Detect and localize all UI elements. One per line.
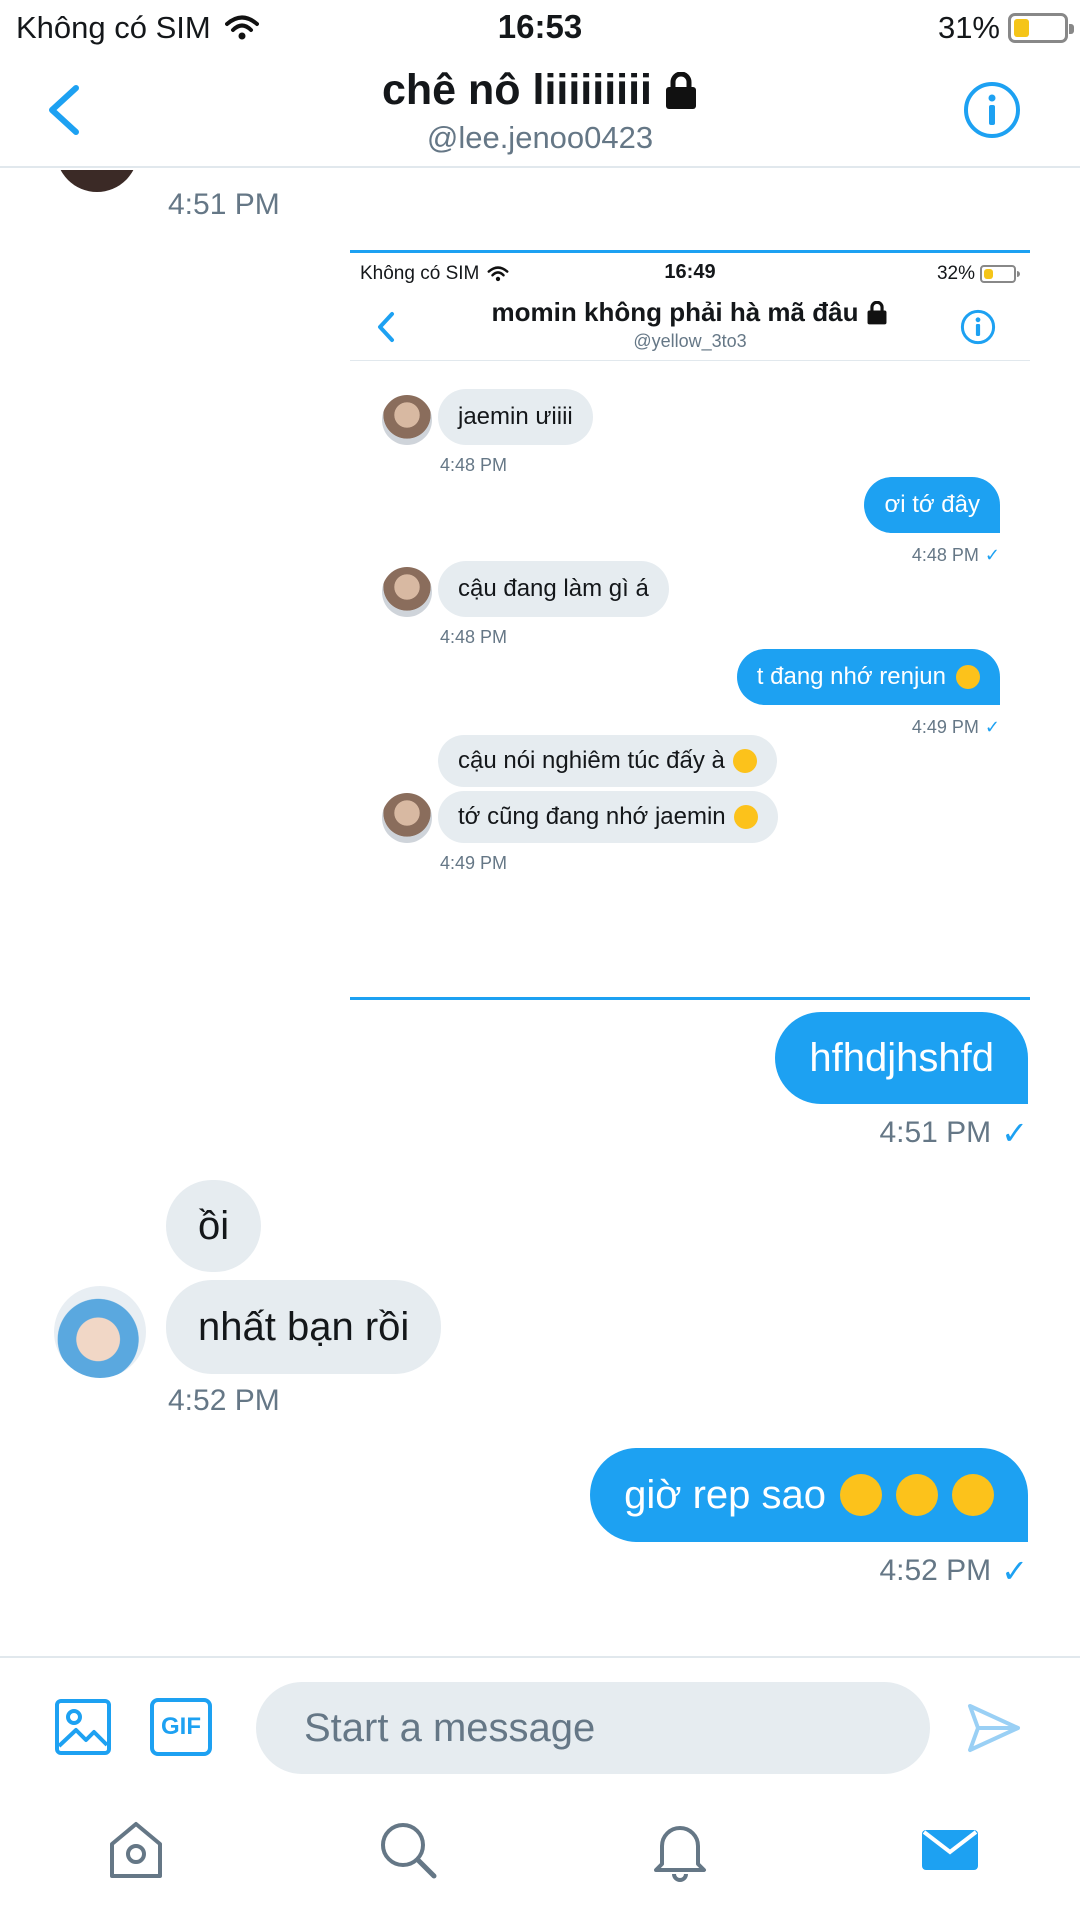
message-time: 4:51 PM ✓ <box>879 1114 1028 1152</box>
messages-icon[interactable] <box>918 1818 982 1882</box>
embedded-message-time: 4:48 PM <box>440 455 508 475</box>
embedded-message-received: cậu nói nghiêm túc đấy à <box>438 735 777 787</box>
search-icon[interactable] <box>376 1818 440 1882</box>
message-bubble-received[interactable]: nhất bạn rồi <box>166 1280 442 1374</box>
check-icon: ✓ <box>984 717 1000 737</box>
crying-face-emoji-icon <box>840 1474 994 1516</box>
gif-button[interactable]: GIF <box>150 1698 212 1756</box>
embedded-header: momin không phải hà mã đâu @yellow_3to3 <box>350 291 1030 361</box>
status-bar: Không có SIM 16:53 31% <box>0 0 1080 56</box>
embedded-message-received-text: tớ cũng đang nhớ jaemin <box>458 803 726 830</box>
conversation-title[interactable]: chê nô liiiiiiiii <box>0 66 1080 115</box>
embedded-title-text: momin không phải hà mã đâu <box>491 297 859 327</box>
embedded-message-sent: t đang nhớ renjun <box>736 649 1000 705</box>
embedded-time-label: 4:48 PM <box>911 545 979 565</box>
check-icon: ✓ <box>984 545 1000 565</box>
message-bubble-sent[interactable]: hfhdjhshfd <box>775 1012 1028 1104</box>
pleading-face-emoji-icon <box>733 805 758 829</box>
embedded-battery: 32% <box>936 263 1020 285</box>
lock-icon <box>666 71 696 109</box>
message-bubble-sent[interactable]: giờ rep sao <box>590 1448 1028 1542</box>
conversation-header: chê nô liiiiiiiii @lee.jenoo0423 <box>0 56 1080 168</box>
send-icon[interactable] <box>966 1700 1022 1756</box>
info-icon <box>960 309 996 345</box>
embedded-handle: @yellow_3to3 <box>633 331 747 351</box>
message-time-label: 4:52 PM <box>879 1554 992 1587</box>
embedded-message-time: 4:49 PM ✓ <box>912 717 1000 738</box>
avatar <box>382 793 432 843</box>
info-icon[interactable] <box>962 80 1022 140</box>
status-time: 16:53 <box>497 8 583 45</box>
embedded-message-time: 4:48 PM ✓ <box>912 545 1000 566</box>
embedded-message-received: tớ cũng đang nhớ jaemin <box>438 791 778 843</box>
embedded-status-time: 16:49 <box>664 261 716 283</box>
message-input[interactable]: Start a message <box>256 1682 930 1774</box>
message-time-label: 4:51 PM <box>879 1116 992 1149</box>
lock-icon <box>867 300 887 324</box>
embedded-message-sent-text: t đang nhớ renjun <box>756 663 946 690</box>
message-bubble-received[interactable]: ồi <box>166 1180 262 1272</box>
notifications-icon[interactable] <box>648 1818 712 1882</box>
battery-icon <box>1008 13 1074 43</box>
tab-bar <box>0 1790 1080 1920</box>
embedded-message-time: 4:48 PM <box>440 627 508 647</box>
conversation-area[interactable]: 4:51 PM Không có SIM 16:49 32% momin khô… <box>0 170 1080 1650</box>
embedded-message-received-text: cậu nói nghiêm túc đấy à <box>458 747 725 774</box>
message-time: 4:52 PM <box>168 1384 280 1417</box>
home-icon[interactable] <box>104 1818 168 1882</box>
check-icon: ✓ <box>1001 1553 1028 1589</box>
conversation-name: chê nô liiiiiiiii <box>382 66 652 114</box>
embedded-battery-percent: 32% <box>936 263 975 284</box>
message-composer: GIF Start a message <box>0 1656 1080 1776</box>
battery-percent: 31% <box>937 10 1000 45</box>
avatar <box>382 395 432 445</box>
conversation-handle: @lee.jenoo0423 <box>426 120 654 155</box>
message-time: 4:52 PM ✓ <box>879 1552 1028 1590</box>
battery-info: 31% <box>937 10 1074 46</box>
avatar <box>382 567 432 617</box>
embedded-title: momin không phải hà mã đâu <box>350 297 1030 328</box>
avatar[interactable] <box>54 1286 146 1378</box>
media-icon[interactable] <box>54 1698 112 1756</box>
embedded-message-sent: ơi tớ đây <box>864 477 1000 533</box>
embedded-message-received: cậu đang làm gì á <box>438 561 669 617</box>
embedded-screenshot-image[interactable]: Không có SIM 16:49 32% momin không phải … <box>350 250 1030 1000</box>
flushed-face-emoji-icon <box>732 749 757 773</box>
message-time: 4:51 PM <box>168 188 280 221</box>
battery-icon <box>980 265 1020 283</box>
embedded-message-received: jaemin ưiiii <box>438 389 593 445</box>
embedded-message-time: 4:49 PM <box>440 853 508 873</box>
check-icon: ✓ <box>1001 1115 1028 1151</box>
pleading-face-emoji-icon <box>956 665 980 689</box>
embedded-time-label: 4:49 PM <box>911 717 979 737</box>
message-sent-text: giờ rep sao <box>624 1472 826 1517</box>
avatar[interactable] <box>56 170 138 192</box>
